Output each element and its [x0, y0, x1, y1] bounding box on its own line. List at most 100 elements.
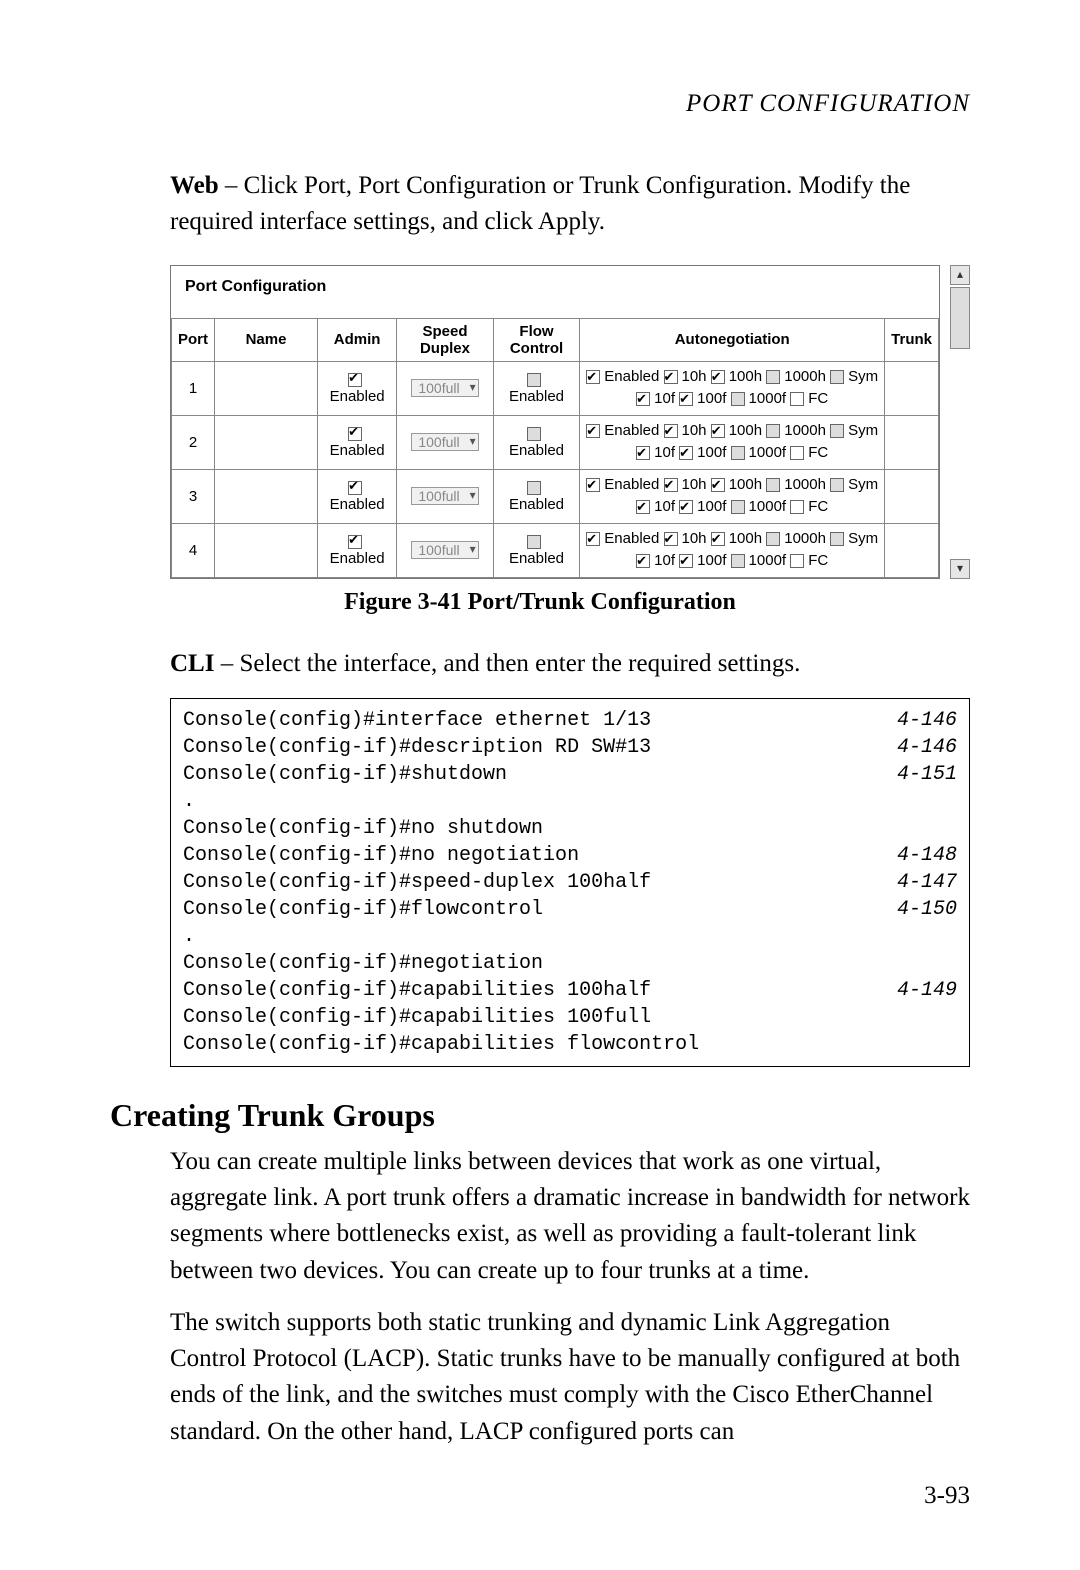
cli-line: Console(config-if)#no negotiation4-148	[183, 842, 957, 869]
checkbox[interactable]	[664, 424, 678, 438]
checkbox[interactable]	[830, 370, 844, 384]
speed-cell: 100full	[397, 361, 493, 415]
checkbox[interactable]	[679, 446, 693, 460]
table-row: 1 Enabled100full EnabledEnabled 10h 100h…	[172, 361, 939, 415]
scroll-thumb[interactable]	[950, 287, 970, 349]
cli-line: Console(config-if)#capabilities 100full	[183, 1004, 957, 1031]
speed-cell: 100full	[397, 523, 493, 577]
admin-cell: Enabled	[318, 469, 397, 523]
cli-intro-bold: CLI	[170, 650, 214, 677]
trunk-cell	[885, 469, 939, 523]
col-port: Port	[172, 318, 215, 361]
speed-cell: 100full	[397, 415, 493, 469]
checkbox[interactable]	[790, 500, 804, 514]
checkbox[interactable]	[731, 500, 745, 514]
checkbox[interactable]	[711, 478, 725, 492]
checkbox[interactable]	[586, 532, 600, 546]
checkbox[interactable]	[790, 446, 804, 460]
checkbox[interactable]	[636, 500, 650, 514]
screenshot-wrap: Port Configuration Port Name Admin Speed…	[170, 265, 970, 579]
speed-dropdown[interactable]: 100full	[411, 487, 478, 505]
page-number: 3-93	[924, 1482, 970, 1510]
checkbox[interactable]	[664, 532, 678, 546]
cli-line: Console(config)#interface ethernet 1/134…	[183, 707, 957, 734]
cli-line: Console(config-if)#flowcontrol4-150	[183, 896, 957, 923]
name-input[interactable]	[215, 469, 318, 523]
scrollbar[interactable]: ▴ ▾	[950, 265, 970, 579]
checkbox[interactable]	[586, 370, 600, 384]
flow-checkbox[interactable]	[527, 373, 541, 387]
checkbox[interactable]	[679, 500, 693, 514]
checkbox[interactable]	[586, 424, 600, 438]
intro-bold: Web	[170, 172, 219, 199]
name-input[interactable]	[215, 523, 318, 577]
admin-cell: Enabled	[318, 361, 397, 415]
speed-dropdown[interactable]: 100full	[411, 379, 478, 397]
col-admin: Admin	[318, 318, 397, 361]
checkbox[interactable]	[711, 370, 725, 384]
flow-checkbox[interactable]	[527, 427, 541, 441]
checkbox[interactable]	[766, 424, 780, 438]
admin-checkbox[interactable]	[348, 481, 362, 495]
table-header-row: Port Name Admin Speed Duplex Flow Contro…	[172, 318, 939, 361]
body-paragraph-1: You can create multiple links between de…	[170, 1144, 970, 1289]
checkbox[interactable]	[636, 392, 650, 406]
port-config-screenshot: Port Configuration Port Name Admin Speed…	[170, 265, 940, 579]
flow-cell: Enabled	[493, 469, 580, 523]
checkbox[interactable]	[731, 446, 745, 460]
cli-box: Console(config)#interface ethernet 1/134…	[170, 698, 970, 1067]
name-input[interactable]	[215, 361, 318, 415]
flow-cell: Enabled	[493, 361, 580, 415]
checkbox[interactable]	[711, 424, 725, 438]
trunk-cell	[885, 415, 939, 469]
checkbox[interactable]	[636, 446, 650, 460]
checkbox[interactable]	[790, 392, 804, 406]
flow-checkbox[interactable]	[527, 535, 541, 549]
checkbox[interactable]	[679, 392, 693, 406]
checkbox[interactable]	[679, 554, 693, 568]
col-autoneg: Autonegotiation	[580, 318, 885, 361]
admin-checkbox[interactable]	[348, 535, 362, 549]
table-row: 3 Enabled100full EnabledEnabled 10h 100h…	[172, 469, 939, 523]
checkbox[interactable]	[830, 424, 844, 438]
cli-intro: CLI – Select the interface, and then ent…	[170, 646, 970, 682]
port-number: 2	[172, 415, 215, 469]
checkbox[interactable]	[586, 478, 600, 492]
scroll-up-icon[interactable]: ▴	[950, 265, 970, 285]
admin-cell: Enabled	[318, 415, 397, 469]
checkbox[interactable]	[711, 532, 725, 546]
checkbox[interactable]	[731, 554, 745, 568]
trunk-cell	[885, 523, 939, 577]
checkbox[interactable]	[790, 554, 804, 568]
checkbox[interactable]	[766, 532, 780, 546]
checkbox[interactable]	[830, 478, 844, 492]
cli-line: Console(config-if)#description RD SW#134…	[183, 734, 957, 761]
table-row: 2 Enabled100full EnabledEnabled 10h 100h…	[172, 415, 939, 469]
speed-dropdown[interactable]: 100full	[411, 541, 478, 559]
table-row: 4 Enabled100full EnabledEnabled 10h 100h…	[172, 523, 939, 577]
checkbox[interactable]	[664, 370, 678, 384]
screenshot-title: Port Configuration	[171, 266, 939, 318]
speed-dropdown[interactable]: 100full	[411, 433, 478, 451]
name-input[interactable]	[215, 415, 318, 469]
checkbox[interactable]	[664, 478, 678, 492]
checkbox[interactable]	[766, 478, 780, 492]
checkbox[interactable]	[830, 532, 844, 546]
checkbox[interactable]	[636, 554, 650, 568]
checkbox[interactable]	[766, 370, 780, 384]
admin-checkbox[interactable]	[348, 373, 362, 387]
cli-line: .	[183, 923, 957, 950]
running-head: PORT CONFIGURATION	[110, 90, 970, 118]
port-number: 3	[172, 469, 215, 523]
cli-intro-text: – Select the interface, and then enter t…	[214, 650, 800, 677]
flow-checkbox[interactable]	[527, 481, 541, 495]
autoneg-cell: Enabled 10h 100h 1000h Sym10f 100f 1000f…	[580, 361, 885, 415]
cli-line: Console(config-if)#no shutdown	[183, 815, 957, 842]
admin-checkbox[interactable]	[348, 427, 362, 441]
autoneg-cell: Enabled 10h 100h 1000h Sym10f 100f 1000f…	[580, 523, 885, 577]
scroll-down-icon[interactable]: ▾	[950, 559, 970, 579]
intro-text: – Click Port, Port Configuration or Trun…	[170, 172, 910, 235]
section-heading: Creating Trunk Groups	[110, 1097, 970, 1134]
admin-cell: Enabled	[318, 523, 397, 577]
checkbox[interactable]	[731, 392, 745, 406]
